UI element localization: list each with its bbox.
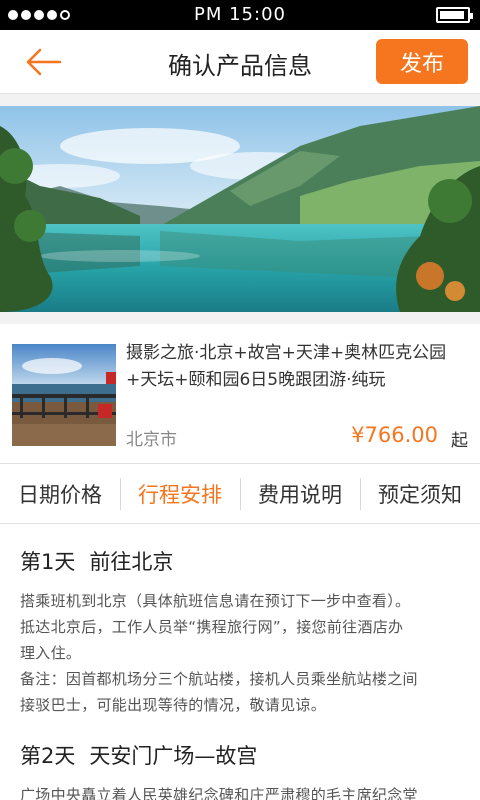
product-title: 摄影之旅·北京+故宫+天津+奥林匹克公园+天坛+颐和园6日5晚跟团游·纯玩 xyxy=(126,343,447,390)
product-price: ¥766.00 xyxy=(351,423,438,447)
itinerary-content: 第1天 前往北京 搭乘班机到北京（具体航班信息请在预订下一步中查看）。 抵达北京后… xyxy=(0,524,480,800)
day-title: 天安门广场—故宫 xyxy=(89,744,258,768)
day-number: 第1天 xyxy=(20,550,76,574)
description-line: 理入住。 xyxy=(20,644,82,662)
tab-booking-notes[interactable]: 预定须知 xyxy=(360,464,480,523)
description-line: 备注：因首都机场分三个航站楼，接机人员乘坐航站楼之间 xyxy=(20,670,418,688)
tab-date-price[interactable]: 日期价格 xyxy=(0,464,120,523)
day-heading: 第1天 前往北京 xyxy=(20,546,460,576)
description-line: 接驳巴士，可能出现等待的情况，敬请见谅。 xyxy=(20,696,327,714)
tab-fee-description[interactable]: 费用说明 xyxy=(240,464,360,523)
nav-bar: 确认产品信息 发布 xyxy=(0,30,480,94)
product-thumbnail-image xyxy=(12,344,116,446)
info-tabs: 日期价格 行程安排 费用说明 预定须知 xyxy=(0,464,480,524)
status-time: PM 15:00 xyxy=(194,4,286,25)
status-bar: PM 15:00 xyxy=(0,0,480,30)
product-card[interactable]: 摄影之旅·北京+故宫+天津+奥林匹克公园+天坛+颐和园6日5晚跟团游·纯玩 北京… xyxy=(0,324,480,464)
day-number: 第2天 xyxy=(20,744,76,768)
price-suffix: 起 xyxy=(451,431,468,451)
description-line: 广场中央矗立着人民英雄纪念碑和庄严肃穆的毛主席纪念堂 xyxy=(20,786,418,800)
publish-button[interactable]: 发布 xyxy=(376,39,468,84)
description-line: 搭乘班机到北京（具体航班信息请在预订下一步中查看）。 xyxy=(20,592,411,610)
product-location: 北京市 xyxy=(126,430,177,450)
day-title: 前往北京 xyxy=(89,550,174,574)
battery-icon xyxy=(436,7,473,23)
day-heading: 第2天 天安门广场—故宫 xyxy=(20,740,460,770)
day-description: 搭乘班机到北京（具体航班信息请在预订下一步中查看）。 抵达北京后，工作人员举“携… xyxy=(20,588,460,718)
section-divider xyxy=(0,312,480,324)
section-divider xyxy=(0,94,480,106)
tab-itinerary[interactable]: 行程安排 xyxy=(120,464,240,523)
hero-banner-image xyxy=(0,106,480,312)
description-line: 抵达北京后，工作人员举“携程旅行网”，接您前往酒店办 xyxy=(20,618,404,636)
day-description: 广场中央矗立着人民英雄纪念碑和庄严肃穆的毛主席纪念堂 xyxy=(20,782,460,800)
